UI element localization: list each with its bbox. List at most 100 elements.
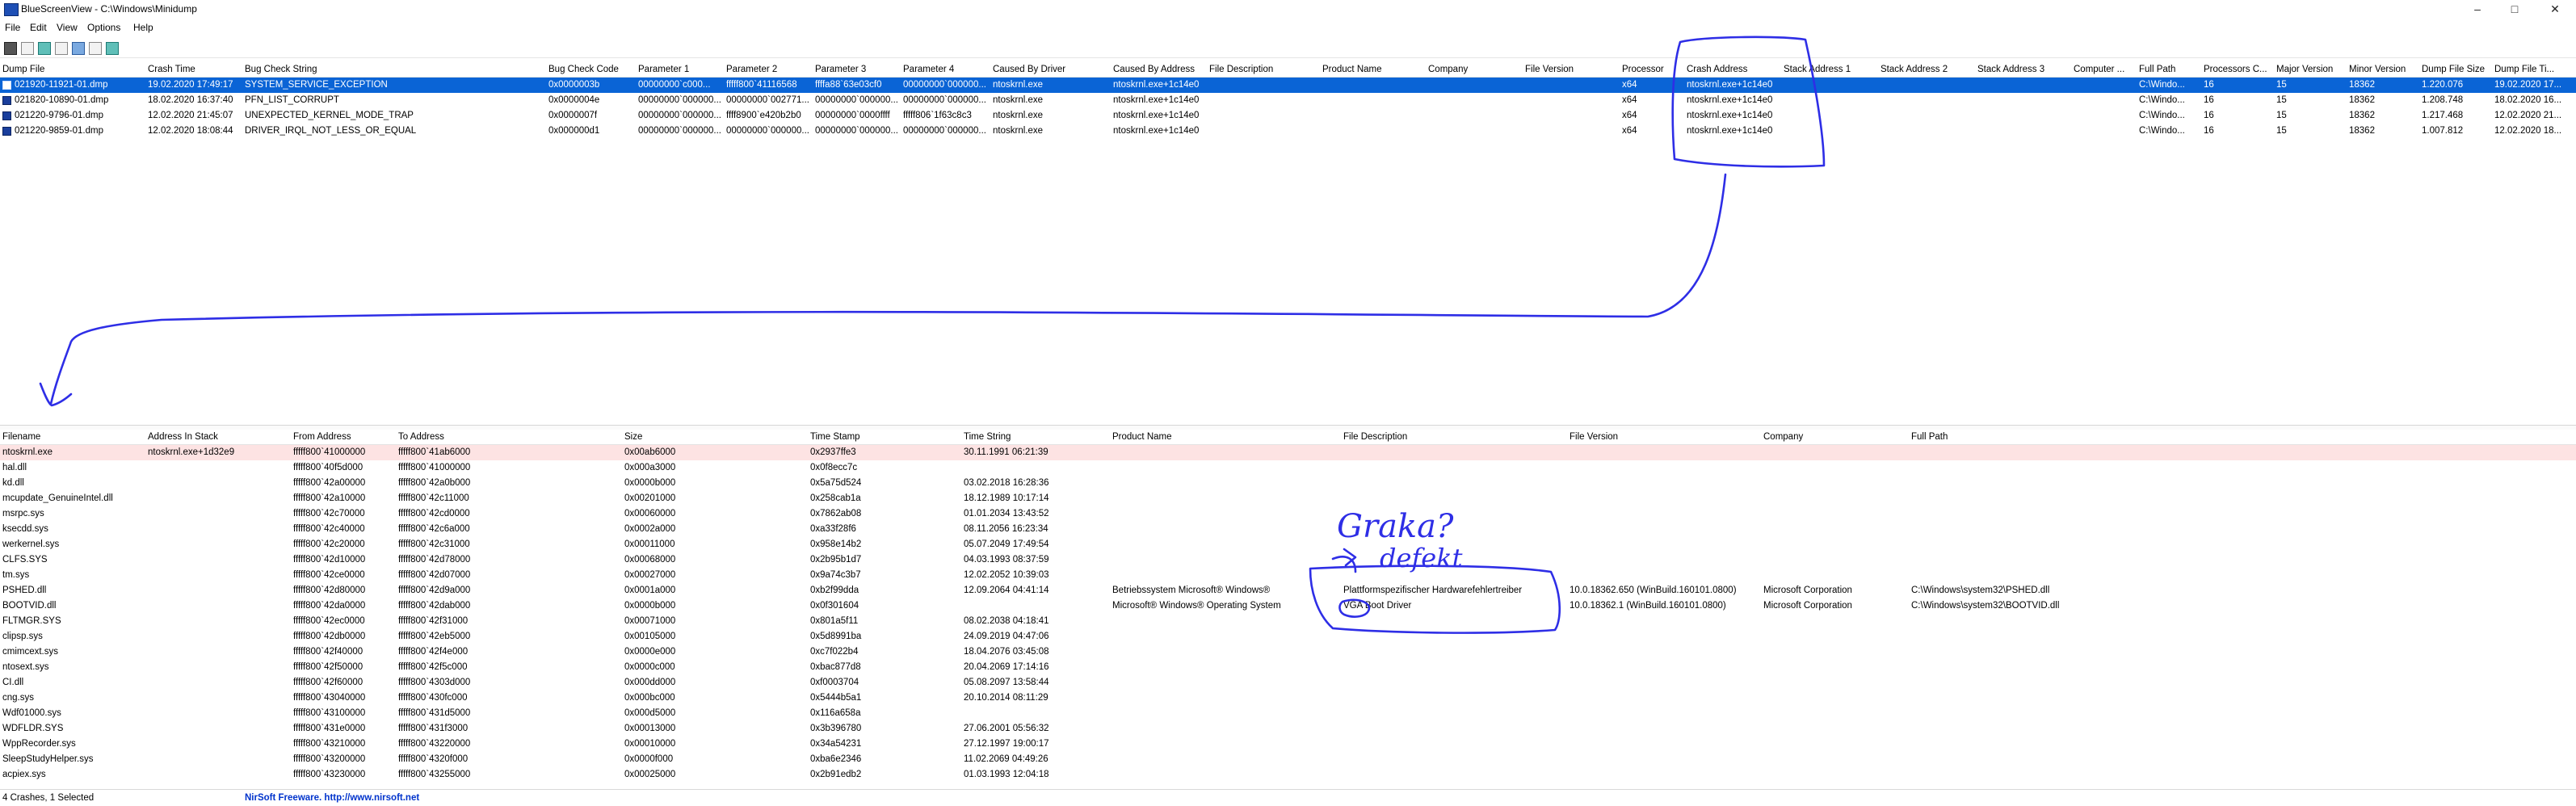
driver-row[interactable]: cmimcext.sys fffff800`42f40000 fffff800`42… bbox=[0, 644, 2576, 660]
crash-header-16[interactable]: Stack Address 1 bbox=[1784, 65, 1851, 74]
driver-row[interactable]: CI.dll fffff800`42f60000 fffff800`4303d000… bbox=[0, 675, 2576, 691]
arrow-line bbox=[49, 173, 1727, 405]
driver-row[interactable]: clipsp.sys fffff800`42db0000 fffff800`42eb… bbox=[0, 629, 2576, 644]
driver-cell: 11.02.2069 04:49:26 bbox=[964, 754, 1048, 764]
crash-header-14[interactable]: Processor bbox=[1622, 65, 1664, 74]
driver-row[interactable]: FLTMGR.SYS fffff800`42ec0000 fffff800`42f3… bbox=[0, 614, 2576, 629]
crash-header-8[interactable]: Caused By Driver bbox=[993, 65, 1065, 74]
driver-row[interactable]: cng.sys fffff800`43040000 fffff800`430fc00… bbox=[0, 691, 2576, 706]
driver-header-8[interactable]: File Description bbox=[1343, 432, 1407, 442]
driver-cell: tm.sys bbox=[2, 570, 30, 580]
driver-header-9[interactable]: File Version bbox=[1570, 432, 1618, 442]
crash-row[interactable]: 021220-9859-01.dmp 12.02.2020 18:08:44 DRI… bbox=[0, 124, 2576, 139]
crash-header-13[interactable]: File Version bbox=[1525, 65, 1574, 74]
driver-cell: 0x5a75d524 bbox=[810, 478, 862, 488]
driver-cell: 0x00ab6000 bbox=[624, 447, 676, 457]
dump-file-icon bbox=[2, 96, 11, 105]
driver-header-6[interactable]: Time String bbox=[964, 432, 1011, 442]
driver-cell: 0x9a74c3b7 bbox=[810, 570, 861, 580]
crash-cell: 12.02.2020 21... bbox=[2494, 111, 2562, 120]
driver-header-3[interactable]: To Address bbox=[398, 432, 444, 442]
driver-header-0[interactable]: Filename bbox=[2, 432, 40, 442]
crash-header-17[interactable]: Stack Address 2 bbox=[1881, 65, 1948, 74]
crash-header-5[interactable]: Parameter 2 bbox=[726, 65, 777, 74]
crash-header-0[interactable]: Dump File bbox=[2, 65, 44, 74]
menu-help[interactable]: Help bbox=[133, 22, 153, 33]
driver-row[interactable]: ksecdd.sys fffff800`42c40000 fffff800`42c6… bbox=[0, 522, 2576, 537]
driver-row[interactable]: acpiex.sys fffff800`43230000 fffff800`4325… bbox=[0, 767, 2576, 783]
save-icon[interactable] bbox=[4, 42, 17, 55]
menu-edit[interactable]: Edit bbox=[30, 22, 47, 33]
driver-header-5[interactable]: Time Stamp bbox=[810, 432, 860, 442]
driver-row[interactable]: WppRecorder.sys fffff800`43210000 fffff800… bbox=[0, 737, 2576, 752]
driver-row[interactable]: CLFS.SYS fffff800`42d10000 fffff800`42d780… bbox=[0, 552, 2576, 568]
crash-header-7[interactable]: Parameter 4 bbox=[903, 65, 954, 74]
properties-icon[interactable] bbox=[21, 42, 34, 55]
driver-row[interactable]: hal.dll fffff800`40f5d000 fffff800`4100000… bbox=[0, 460, 2576, 476]
find-icon[interactable] bbox=[89, 42, 102, 55]
crash-header-23[interactable]: Minor Version bbox=[2349, 65, 2406, 74]
minimize-icon[interactable]: – bbox=[2459, 0, 2496, 18]
menu-options[interactable]: Options bbox=[87, 22, 120, 33]
crash-header-20[interactable]: Full Path bbox=[2139, 65, 2175, 74]
driver-header-10[interactable]: Company bbox=[1763, 432, 1803, 442]
driver-header-4[interactable]: Size bbox=[624, 432, 642, 442]
crash-header-19[interactable]: Computer ... bbox=[2074, 65, 2124, 74]
crash-cell: ntoskrnl.exe+1c14e0 bbox=[1687, 126, 1773, 136]
driver-row[interactable]: SleepStudyHelper.sys fffff800`43200000 fff… bbox=[0, 752, 2576, 767]
crash-cell: 12.02.2020 18:08:44 bbox=[148, 126, 233, 136]
driver-row[interactable]: mcupdate_GenuineIntel.dll fffff800`42a100… bbox=[0, 491, 2576, 506]
html-report-icon[interactable] bbox=[72, 42, 85, 55]
crash-header-12[interactable]: Company bbox=[1428, 65, 1468, 74]
menu-view[interactable]: View bbox=[57, 22, 78, 33]
crash-header-4[interactable]: Parameter 1 bbox=[638, 65, 689, 74]
driver-cell: 0x000bc000 bbox=[624, 693, 675, 703]
driver-row[interactable]: msrpc.sys fffff800`42c70000 fffff800`42cd0… bbox=[0, 506, 2576, 522]
crash-header-6[interactable]: Parameter 3 bbox=[815, 65, 866, 74]
crash-row[interactable]: 021220-9796-01.dmp 12.02.2020 21:45:07 UNE… bbox=[0, 108, 2576, 124]
close-icon[interactable]: ✕ bbox=[2536, 0, 2574, 18]
crash-header-18[interactable]: Stack Address 3 bbox=[1977, 65, 2044, 74]
driver-header-11[interactable]: Full Path bbox=[1911, 432, 1948, 442]
driver-cell: fffff800`42f5c000 bbox=[398, 662, 468, 672]
crash-header-9[interactable]: Caused By Address bbox=[1113, 65, 1195, 74]
driver-header-2[interactable]: From Address bbox=[293, 432, 351, 442]
menu-file[interactable]: File bbox=[5, 22, 20, 33]
driver-cell: CLFS.SYS bbox=[2, 555, 48, 565]
driver-row[interactable]: ntosext.sys fffff800`42f50000 fffff800`42f… bbox=[0, 660, 2576, 675]
crash-header-11[interactable]: Product Name bbox=[1322, 65, 1382, 74]
driver-row[interactable]: PSHED.dll fffff800`42d80000 fffff800`42d9a… bbox=[0, 583, 2576, 598]
driver-row[interactable]: BOOTVID.dll fffff800`42da0000 fffff800`42d… bbox=[0, 598, 2576, 614]
driver-row[interactable]: kd.dll fffff800`42a00000 fffff800`42a0b000… bbox=[0, 476, 2576, 491]
driver-cell: fffff800`42c11000 bbox=[398, 493, 469, 503]
crash-header-25[interactable]: Dump File Ti... bbox=[2494, 65, 2554, 74]
copy-icon[interactable] bbox=[55, 42, 68, 55]
maximize-icon[interactable]: □ bbox=[2496, 0, 2533, 18]
crash-header-22[interactable]: Major Version bbox=[2276, 65, 2333, 74]
driver-row[interactable]: Wdf01000.sys fffff800`43100000 fffff800`43… bbox=[0, 706, 2576, 721]
driver-cell: 01.01.2034 13:43:52 bbox=[964, 509, 1049, 518]
driver-cell: 0x2937ffe3 bbox=[810, 447, 856, 457]
nirsoft-link[interactable]: NirSoft Freeware. http://www.nirsoft.net bbox=[245, 793, 419, 803]
driver-row[interactable]: tm.sys fffff800`42ce0000 fffff800`42d07000… bbox=[0, 568, 2576, 583]
crash-cell: C:\Windo... bbox=[2139, 95, 2185, 105]
crash-header-10[interactable]: File Description bbox=[1209, 65, 1273, 74]
driver-row[interactable]: ntoskrnl.exe ntoskrnl.exe+1d32e9 fffff800`… bbox=[0, 445, 2576, 460]
driver-cell: ksecdd.sys bbox=[2, 524, 48, 534]
driver-cell: Microsoft Corporation bbox=[1763, 586, 1852, 595]
refresh-icon[interactable] bbox=[38, 42, 51, 55]
driver-row[interactable]: WDFLDR.SYS fffff800`431e0000 fffff800`431f… bbox=[0, 721, 2576, 737]
crash-row[interactable]: 021820-10890-01.dmp 18.02.2020 16:37:40 PF… bbox=[0, 93, 2576, 108]
driver-header-1[interactable]: Address In Stack bbox=[148, 432, 218, 442]
crash-header-24[interactable]: Dump File Size bbox=[2422, 65, 2485, 74]
crash-header-1[interactable]: Crash Time bbox=[148, 65, 195, 74]
crash-header-3[interactable]: Bug Check Code bbox=[548, 65, 619, 74]
exit-icon[interactable] bbox=[106, 42, 119, 55]
driver-row[interactable]: werkernel.sys fffff800`42c20000 fffff800`4… bbox=[0, 537, 2576, 552]
crash-header-2[interactable]: Bug Check String bbox=[245, 65, 317, 74]
driver-header-7[interactable]: Product Name bbox=[1112, 432, 1172, 442]
crash-header-15[interactable]: Crash Address bbox=[1687, 65, 1747, 74]
driver-cell: fffff800`42d07000 bbox=[398, 570, 471, 580]
crash-row[interactable]: 021920-11921-01.dmp 19.02.2020 17:49:17 SY… bbox=[0, 78, 2576, 93]
crash-header-21[interactable]: Processors C... bbox=[2204, 65, 2267, 74]
